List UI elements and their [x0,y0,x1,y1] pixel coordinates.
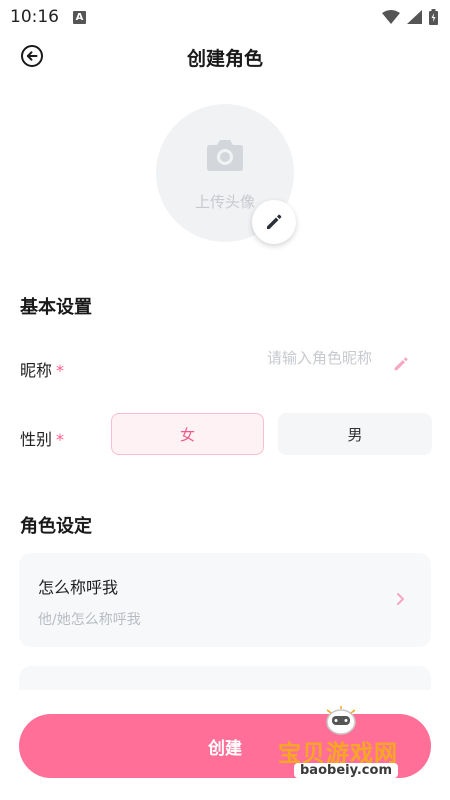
status-bar: 10:16 A [0,0,450,34]
status-icons [382,9,438,25]
address-setting-title: 怎么称呼我 [38,578,119,597]
gender-label-text: 性别 [20,430,53,449]
required-mark: * [56,361,65,380]
edit-avatar-button[interactable] [252,200,296,244]
nickname-input[interactable] [150,345,372,371]
gender-female-button[interactable]: 女 [111,413,264,455]
role-settings-title: 角色设定 [20,516,92,537]
address-setting-subtitle: 他/她怎么称呼我 [38,612,141,628]
status-time: 10:16 [10,7,59,27]
battery-icon [429,9,438,25]
nickname-edit-icon[interactable] [392,355,410,373]
camera-icon [207,140,243,171]
header: 创建角色 [0,34,450,80]
basic-settings-title: 基本设置 [20,297,92,318]
page-title: 创建角色 [186,48,263,70]
nickname-label: 昵称 * [20,357,64,381]
address-setting-card[interactable]: 怎么称呼我 他/她怎么称呼我 [19,553,431,647]
required-mark: * [56,430,65,449]
notification-a-icon: A [73,10,86,24]
game-controller-icon [326,706,356,735]
signal-icon [407,10,422,24]
wifi-icon [382,10,400,24]
avatar-uploader: 上传头像 [156,104,296,244]
nickname-label-text: 昵称 [20,361,53,380]
gender-male-button[interactable]: 男 [278,413,432,455]
pencil-icon [267,214,282,229]
chevron-right-icon [397,593,404,605]
gender-label: 性别 * [20,426,64,450]
watermark-logo: 宝贝游戏网 baobeiy.com [272,704,422,786]
watermark-url: baobeiy.com [294,763,398,778]
